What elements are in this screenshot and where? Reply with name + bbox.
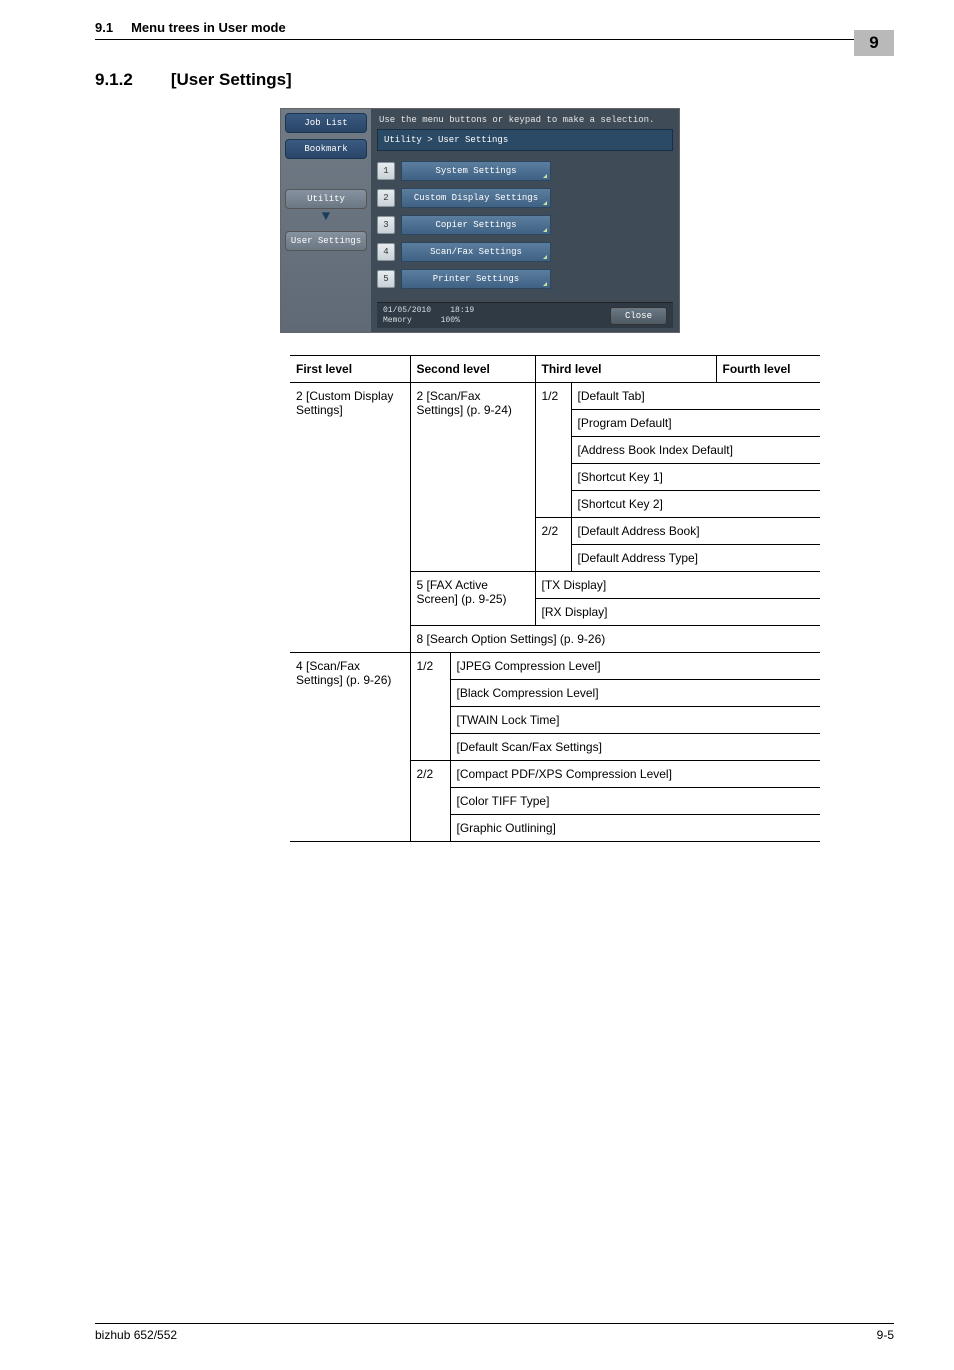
cell-shortcut-key-1: [Shortcut Key 1] — [571, 464, 820, 491]
cell-custom-display: 2 [Custom Display Settings] — [290, 383, 410, 653]
table-header-row: First level Second level Third level Fou… — [290, 356, 820, 383]
custom-display-settings-button[interactable]: Custom Display Settings — [401, 188, 551, 208]
status-time: 18:19 — [450, 306, 474, 315]
instruction-text: Use the menu buttons or keypad to make a… — [379, 115, 673, 125]
scan-fax-settings-button[interactable]: Scan/Fax Settings — [401, 242, 551, 262]
cell-default-address-book: [Default Address Book] — [571, 518, 820, 545]
cell-default-tab: [Default Tab] — [571, 383, 820, 410]
cell-page-1-2a: 1/2 — [535, 383, 571, 518]
col-fourth-level: Fourth level — [716, 356, 820, 383]
cell-graphic-outlining: [Graphic Outlining] — [450, 815, 820, 842]
menu-num-5: 5 — [377, 270, 395, 288]
menu-num-3: 3 — [377, 216, 395, 234]
cell-compact-pdf-xps: [Compact PDF/XPS Compression Level] — [450, 761, 820, 788]
col-second-level: Second level — [410, 356, 535, 383]
status-date: 01/05/2010 — [383, 306, 431, 315]
status-memory-value: 100% — [441, 316, 460, 325]
cell-default-address-type: [Default Address Type] — [571, 545, 820, 572]
cell-jpeg-compression: [JPEG Compression Level] — [450, 653, 820, 680]
section-number: 9.1 — [95, 20, 113, 35]
cell-program-default: [Program Default] — [571, 410, 820, 437]
cell-rx-display: [RX Display] — [535, 599, 820, 626]
col-first-level: First level — [290, 356, 410, 383]
cell-color-tiff-type: [Color TIFF Type] — [450, 788, 820, 815]
col-third-level: Third level — [535, 356, 716, 383]
screenshot-main-panel: Use the menu buttons or keypad to make a… — [371, 109, 679, 332]
cell-black-compression: [Black Compression Level] — [450, 680, 820, 707]
footer-page-number: 9-5 — [877, 1328, 894, 1342]
cell-fax-active-screen: 5 [FAX Active Screen] (p. 9-25) — [410, 572, 535, 626]
close-button[interactable]: Close — [610, 307, 667, 325]
page-chapter-badge: 9 — [854, 30, 894, 56]
settings-screenshot: Job List Bookmark Utility ▼ User Setting… — [280, 108, 680, 333]
heading-text: [User Settings] — [171, 70, 292, 90]
table-row: 2 [Custom Display Settings] 2 [Scan/Fax … — [290, 383, 820, 410]
screenshot-left-panel: Job List Bookmark Utility ▼ User Setting… — [281, 109, 371, 332]
cell-twain-lock-time: [TWAIN Lock Time] — [450, 707, 820, 734]
tab-job-list[interactable]: Job List — [285, 113, 367, 133]
cell-tx-display: [TX Display] — [535, 572, 820, 599]
cell-address-book-index-default: [Address Book Index Default] — [571, 437, 820, 464]
tab-bookmark[interactable]: Bookmark — [285, 139, 367, 159]
printer-settings-button[interactable]: Printer Settings — [401, 269, 551, 289]
cell-scanfax-926: 4 [Scan/Fax Settings] (p. 9-26) — [290, 653, 410, 842]
breadcrumb: Utility > User Settings — [377, 129, 673, 151]
menu-num-1: 1 — [377, 162, 395, 180]
cell-default-scanfax-settings: [Default Scan/Fax Settings] — [450, 734, 820, 761]
cell-shortcut-key-2: [Shortcut Key 2] — [571, 491, 820, 518]
menu-tree-table: First level Second level Third level Fou… — [290, 355, 820, 842]
copier-settings-button[interactable]: Copier Settings — [401, 215, 551, 235]
tab-user-settings[interactable]: User Settings — [285, 231, 367, 251]
cell-search-option-settings: 8 [Search Option Settings] (p. 9-26) — [410, 626, 820, 653]
cell-page-1-2b: 1/2 — [410, 653, 450, 761]
status-area: 01/05/2010 18:19 Memory 100% — [383, 306, 474, 325]
menu-num-4: 4 — [377, 243, 395, 261]
section-title: Menu trees in User mode — [131, 20, 286, 35]
cell-page-2-2a: 2/2 — [535, 518, 571, 572]
tab-utility[interactable]: Utility — [285, 189, 367, 209]
table-row: 4 [Scan/Fax Settings] (p. 9-26) 1/2 [JPE… — [290, 653, 820, 680]
footer-model: bizhub 652/552 — [95, 1328, 177, 1342]
status-memory-label: Memory — [383, 316, 412, 325]
chevron-down-icon: ▼ — [285, 209, 367, 225]
system-settings-button[interactable]: System Settings — [401, 161, 551, 181]
heading-number: 9.1.2 — [95, 70, 133, 90]
menu-num-2: 2 — [377, 189, 395, 207]
cell-scanfax-924: 2 [Scan/Fax Settings] (p. 9-24) — [410, 383, 535, 572]
cell-page-2-2b: 2/2 — [410, 761, 450, 842]
